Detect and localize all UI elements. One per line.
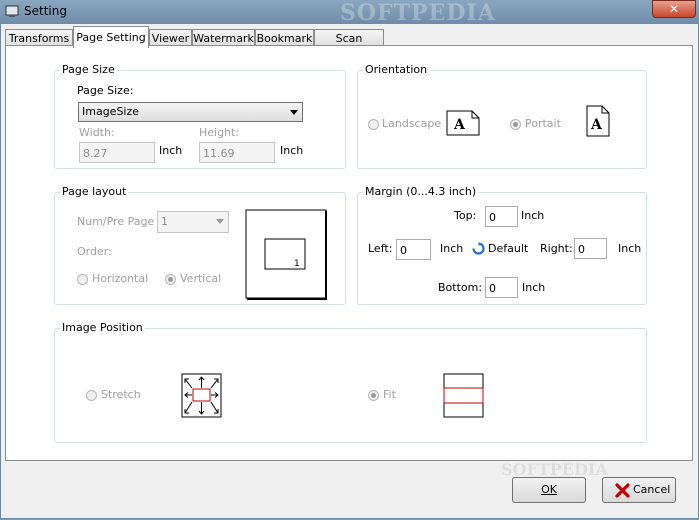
tab-label: Bookmark (256, 32, 313, 45)
right-label: Right: (540, 242, 573, 255)
window-title: Setting (24, 4, 67, 18)
bottom-label: Bottom: (438, 281, 483, 294)
page-size-group: Page Size Page Size: ImageSize Width: 8.… (54, 63, 346, 169)
num-per-page-label: Num/Pre Page (77, 215, 155, 228)
page-layout-group: Page layout Num/Pre Page 1 Order: Horizo… (54, 185, 346, 305)
close-button[interactable]: ✕ (652, 0, 696, 18)
app-icon (5, 5, 19, 17)
num-per-page-value: 1 (161, 215, 168, 228)
top-label: Top: (454, 209, 477, 222)
settings-window: Transforms Page Setting Viewer Watermark… (0, 24, 699, 519)
page-size-value: ImageSize (82, 105, 140, 118)
group-title: Image Position (60, 321, 145, 334)
landscape-letter: A (453, 117, 466, 133)
left-label: Left: (368, 242, 393, 255)
chevron-down-icon (290, 110, 298, 115)
left-unit: Inch (440, 242, 464, 255)
stretch-label: Stretch (101, 388, 141, 401)
left-margin-field[interactable]: 0 (396, 239, 431, 260)
orientation-group: Orientation Landscape A Portait A (357, 63, 647, 169)
vertical-label: Vertical (180, 272, 222, 285)
group-title: Orientation (363, 63, 430, 76)
tab-label: Watermark (193, 32, 254, 45)
page-size-select[interactable]: ImageSize (78, 102, 303, 122)
portrait-page-icon: A (586, 105, 610, 137)
landscape-radio[interactable] (368, 119, 379, 130)
watermark-text: SOFTPEDIA (340, 0, 496, 26)
tab-label: Page Setting (76, 31, 146, 44)
page-setting-panel: Page Size Page Size: ImageSize Width: 8.… (5, 45, 693, 461)
top-unit: Inch (521, 209, 545, 222)
portrait-radio[interactable] (510, 119, 521, 130)
bottom-unit: Inch (522, 281, 546, 294)
chevron-down-icon (216, 219, 224, 224)
image-position-group: Image Position Stretch Fit (54, 321, 647, 443)
width-label: Width: (79, 126, 115, 139)
horizontal-radio[interactable] (77, 274, 88, 285)
tab-page-setting[interactable]: Page Setting (73, 26, 149, 48)
ok-label: OK (541, 483, 557, 496)
height-label: Height: (199, 126, 240, 139)
right-unit: Inch (618, 242, 642, 255)
tab-label: Viewer (151, 32, 190, 45)
portrait-label: Portait (525, 117, 561, 130)
top-margin-field[interactable]: 0 (485, 206, 518, 227)
landscape-label: Landscape (382, 117, 442, 130)
fit-label: Fit (383, 388, 396, 401)
right-margin-field[interactable]: 0 (574, 238, 607, 259)
cancel-button[interactable]: Cancel (602, 477, 676, 503)
refresh-icon (472, 242, 485, 255)
width-unit: Inch (159, 144, 183, 157)
stretch-radio[interactable] (86, 390, 97, 401)
landscape-page-icon: A (446, 110, 480, 136)
num-per-page-select[interactable]: 1 (157, 211, 229, 233)
close-icon: ✕ (668, 2, 680, 16)
layout-preview-number: 1 (294, 259, 300, 269)
title-bar: Setting SOFTPEDIA ✕ (0, 0, 699, 26)
bottom-margin-field[interactable]: 0 (485, 277, 518, 298)
order-label: Order: (77, 245, 112, 258)
tab-label: Transforms (8, 32, 70, 45)
group-title: Page Size (60, 63, 117, 76)
layout-preview-icon: 1 (245, 209, 327, 300)
stretch-icon (181, 373, 222, 418)
cancel-label: Cancel (633, 483, 671, 496)
vertical-radio[interactable] (165, 274, 176, 285)
width-field[interactable]: 8.27 (79, 142, 155, 163)
portrait-letter: A (590, 117, 603, 133)
fit-icon (443, 373, 484, 418)
group-title: Page layout (60, 185, 129, 198)
margin-group: Margin (0...4.3 inch) Top: 0 Inch Left: … (357, 185, 647, 305)
cancel-icon (615, 483, 630, 498)
page-size-label: Page Size: (77, 84, 134, 97)
height-field[interactable]: 11.69 (199, 142, 275, 163)
height-unit: Inch (280, 144, 304, 157)
ok-button[interactable]: OK (512, 477, 586, 503)
default-label: Default (488, 242, 529, 255)
fit-radio[interactable] (368, 390, 379, 401)
group-title: Margin (0...4.3 inch) (363, 185, 479, 198)
horizontal-label: Horizontal (92, 272, 149, 285)
